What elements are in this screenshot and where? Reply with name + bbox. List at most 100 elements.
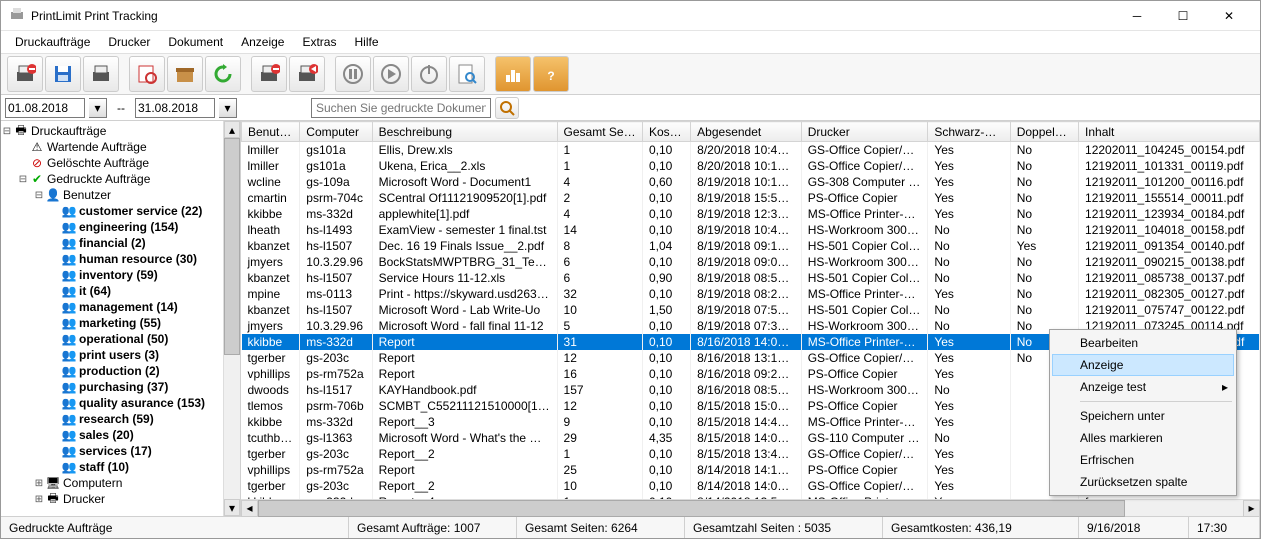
table-row[interactable]: mpinems-0113Print - https://skyward.usd2…: [242, 286, 1260, 302]
search-input[interactable]: [311, 98, 491, 118]
tree-user-item[interactable]: 👥print users (3): [1, 347, 223, 363]
tree-user-item[interactable]: 👥customer service (22): [1, 203, 223, 219]
tree-user-item[interactable]: 👥it (64): [1, 283, 223, 299]
menu-drucker[interactable]: Drucker: [100, 33, 158, 51]
toolbar-save-icon[interactable]: [45, 56, 81, 92]
toolbar-printer-cancel-icon[interactable]: [251, 56, 287, 92]
toolbar-archive-icon[interactable]: [167, 56, 203, 92]
scroll-right-icon[interactable]: ▸: [1243, 500, 1260, 517]
cell: dwoods: [242, 382, 300, 398]
column-header[interactable]: Drucker: [801, 122, 928, 142]
users-icon: 👥: [61, 347, 77, 363]
toolbar-printer-back-icon[interactable]: [289, 56, 325, 92]
table-row[interactable]: kkibbems-332dapplewhite[1].pdf40,108/19/…: [242, 206, 1260, 222]
table-row[interactable]: lmillergs101aEllis, Drew.xls10,108/20/20…: [242, 142, 1260, 159]
menu-dokument[interactable]: Dokument: [160, 33, 231, 51]
date-from-dropdown[interactable]: ▾: [89, 98, 107, 118]
maximize-button[interactable]: ☐: [1160, 1, 1206, 31]
menu-extras[interactable]: Extras: [294, 33, 344, 51]
menu-druckauftraege[interactable]: Druckaufträge: [7, 33, 98, 51]
ctx-view[interactable]: Anzeige: [1052, 354, 1234, 376]
close-button[interactable]: ✕: [1206, 1, 1252, 31]
cell: SCMBT_C55211121510000[1].pdf: [372, 398, 557, 414]
tree-user-item[interactable]: 👥purchasing (37): [1, 379, 223, 395]
tree-user-item[interactable]: 👥services (17): [1, 443, 223, 459]
sidebar-scrollbar[interactable]: ▴ ▾: [223, 121, 240, 516]
tree-user-item[interactable]: 👥research (59): [1, 411, 223, 427]
ctx-save-as[interactable]: Speichern unter: [1052, 405, 1234, 427]
ctx-view-test[interactable]: Anzeige test▸: [1052, 376, 1234, 398]
ctx-select-all[interactable]: Alles markieren: [1052, 427, 1234, 449]
column-header[interactable]: Beschreibung: [372, 122, 557, 142]
tree-printed[interactable]: ⊟✔Gedruckte Aufträge: [1, 171, 223, 187]
column-header[interactable]: Schwarz-weiß: [928, 122, 1010, 142]
toolbar-power-icon[interactable]: [411, 56, 447, 92]
table-header-row[interactable]: BenutzerComputerBeschreibungGesamt Seite…: [242, 122, 1260, 142]
toolbar-printer-remove-icon[interactable]: [7, 56, 43, 92]
column-header[interactable]: Doppelseitig: [1010, 122, 1078, 142]
ctx-reset-column[interactable]: Zurücksetzen spalte: [1052, 471, 1234, 493]
column-header[interactable]: Kosten: [642, 122, 690, 142]
column-header[interactable]: Gesamt Seiten: [557, 122, 642, 142]
table-row[interactable]: jmyers10.3.29.96BockStatsMWPTBRG_31_Test…: [242, 254, 1260, 270]
toolbar-help-icon[interactable]: ?: [533, 56, 569, 92]
column-header[interactable]: Inhalt: [1079, 122, 1260, 142]
scroll-down-icon[interactable]: ▾: [224, 499, 240, 516]
tree[interactable]: ⊟🖶Druckaufträge ⚠Wartende Aufträge ⊘Gelö…: [1, 121, 223, 516]
tree-user-item[interactable]: 👥human resource (30): [1, 251, 223, 267]
ctx-edit[interactable]: Bearbeiten: [1052, 332, 1234, 354]
menu-anzeige[interactable]: Anzeige: [233, 33, 292, 51]
column-header[interactable]: Computer: [300, 122, 372, 142]
search-button[interactable]: [495, 97, 519, 119]
table-row[interactable]: wclinegs-109aMicrosoft Word - Document14…: [242, 174, 1260, 190]
tree-user-item[interactable]: 👥inventory (59): [1, 267, 223, 283]
cell: Report__3: [372, 414, 557, 430]
tree-pending[interactable]: ⚠Wartende Aufträge: [1, 139, 223, 155]
date-to-dropdown[interactable]: ▾: [219, 98, 237, 118]
tree-user-item[interactable]: 👥financial (2): [1, 235, 223, 251]
tree-user-item[interactable]: 👥quality asurance (153): [1, 395, 223, 411]
scroll-left-icon[interactable]: ◂: [241, 500, 258, 517]
toolbar-print-icon[interactable]: [83, 56, 119, 92]
tree-user-item[interactable]: 👥marketing (55): [1, 315, 223, 331]
minimize-button[interactable]: ─: [1114, 1, 1160, 31]
tree-deleted[interactable]: ⊘Gelöschte Aufträge: [1, 155, 223, 171]
tree-printers[interactable]: ⊞🖶Drucker: [1, 491, 223, 507]
grid-hscroll[interactable]: ◂ ▸: [241, 499, 1260, 516]
cell: HS-501 Copier Color/...: [801, 302, 928, 318]
scroll-up-icon[interactable]: ▴: [224, 121, 240, 138]
tree-user-item[interactable]: 👥operational (50): [1, 331, 223, 347]
tree-root[interactable]: ⊟🖶Druckaufträge: [1, 123, 223, 139]
menu-hilfe[interactable]: Hilfe: [346, 33, 386, 51]
table-row[interactable]: lheathhs-l1493ExamView - semester 1 fina…: [242, 222, 1260, 238]
cell: 0,10: [642, 382, 690, 398]
tree-user-item[interactable]: 👥staff (10): [1, 459, 223, 475]
toolbar-preview-icon[interactable]: [129, 56, 165, 92]
toolbar-chart-icon[interactable]: [495, 56, 531, 92]
cell: No: [928, 270, 1010, 286]
date-to-input[interactable]: [135, 98, 215, 118]
hscroll-thumb[interactable]: [258, 500, 1125, 517]
tree-computers[interactable]: ⊞🖥Computern: [1, 475, 223, 491]
ctx-refresh[interactable]: Erfrischen: [1052, 449, 1234, 471]
toolbar-document-search-icon[interactable]: [449, 56, 485, 92]
table-row[interactable]: lmillergs101aUkena, Erica__2.xls10,108/2…: [242, 158, 1260, 174]
table-row[interactable]: kbanzeths-l1507Service Hours 11-12.xls60…: [242, 270, 1260, 286]
table-row[interactable]: kbanzeths-l1507Dec. 16 19 Finals Issue__…: [242, 238, 1260, 254]
column-header[interactable]: Benutzer: [242, 122, 300, 142]
tree-user-item[interactable]: 👥engineering (154): [1, 219, 223, 235]
toolbar-play-icon[interactable]: [373, 56, 409, 92]
date-from-input[interactable]: [5, 98, 85, 118]
cell: Ellis, Drew.xls: [372, 142, 557, 159]
tree-user-item[interactable]: 👥management (14): [1, 299, 223, 315]
table-row[interactable]: kbanzeths-l1507Microsoft Word - Lab Writ…: [242, 302, 1260, 318]
tree-users[interactable]: ⊟👤Benutzer: [1, 187, 223, 203]
tree-user-item[interactable]: 👥sales (20): [1, 427, 223, 443]
cell: ms-332d: [300, 494, 372, 499]
scroll-thumb[interactable]: [224, 138, 240, 355]
toolbar-pause-icon[interactable]: [335, 56, 371, 92]
column-header[interactable]: Abgesendet: [691, 122, 802, 142]
toolbar-refresh-icon[interactable]: [205, 56, 241, 92]
table-row[interactable]: cmartinpsrm-704cSCentral Of11121909520[1…: [242, 190, 1260, 206]
tree-user-item[interactable]: 👥production (2): [1, 363, 223, 379]
